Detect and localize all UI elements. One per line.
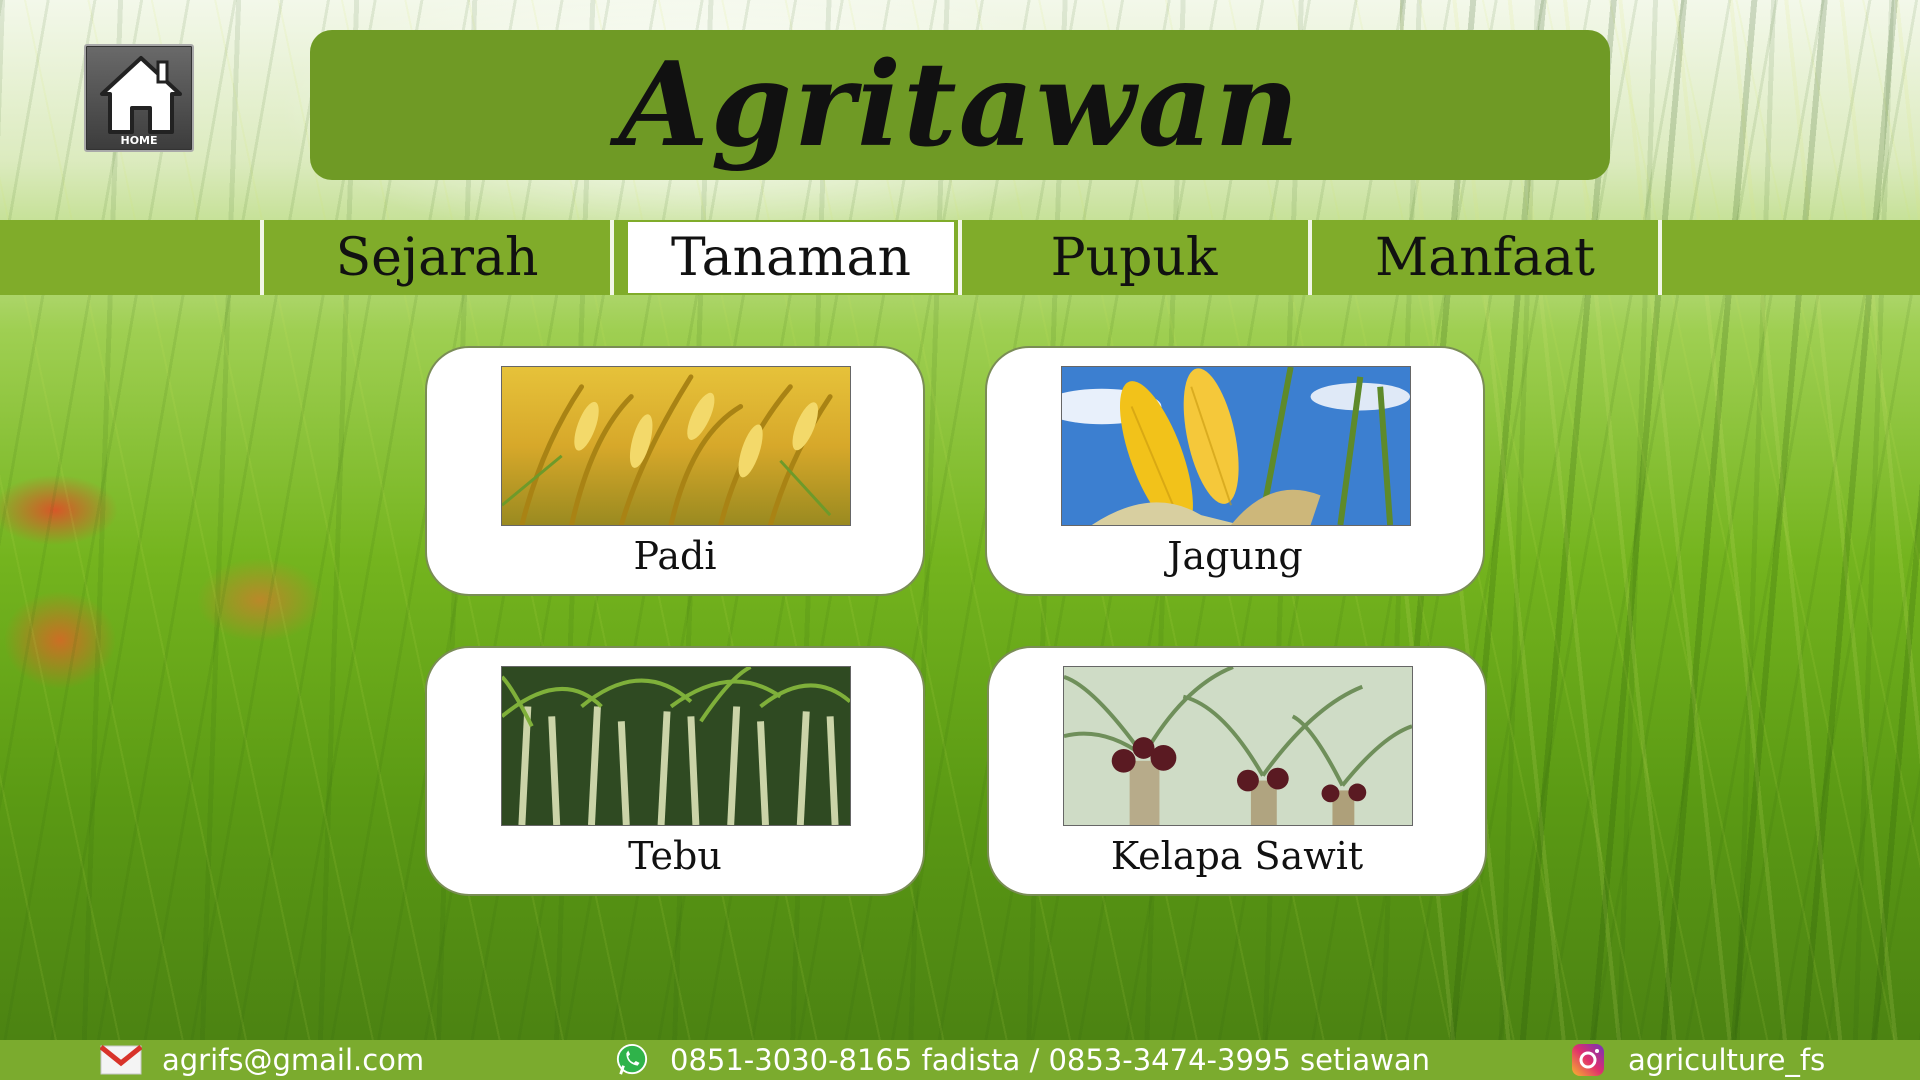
tab-manfaat[interactable]: Manfaat	[1312, 220, 1658, 295]
crop-label: Tebu	[628, 834, 722, 878]
app-title: Agritawan	[618, 37, 1302, 173]
jagung-image	[1061, 366, 1411, 526]
padi-image	[501, 366, 851, 526]
title-banner: Agritawan	[310, 30, 1610, 180]
crop-label: Padi	[633, 534, 717, 578]
crop-label: Jagung	[1167, 534, 1303, 578]
crop-card-padi[interactable]: Padi	[425, 346, 925, 596]
tebu-image	[501, 666, 851, 826]
phone-text: 0851-3030-8165 fadista / 0853-3474-3995 …	[670, 1043, 1431, 1077]
contact-footer: agrifs@gmail.com 0851-3030-8165 fadista …	[0, 1040, 1920, 1080]
phone-contact[interactable]: 0851-3030-8165 fadista / 0853-3474-3995 …	[614, 1040, 1430, 1080]
tab-sejarah[interactable]: Sejarah	[264, 220, 610, 295]
tab-tanaman[interactable]: Tanaman	[628, 222, 954, 293]
crop-card-jagung[interactable]: Jagung	[985, 346, 1485, 596]
instagram-text: agriculture_fs	[1628, 1043, 1826, 1077]
kelapa-sawit-image	[1063, 666, 1413, 826]
nav-separator	[1658, 220, 1662, 295]
mail-icon	[100, 1045, 142, 1075]
email-text: agrifs@gmail.com	[162, 1043, 425, 1077]
nav-separator	[610, 220, 614, 295]
crop-card-kelapa-sawit[interactable]: Kelapa Sawit	[987, 646, 1487, 896]
instagram-icon	[1572, 1044, 1604, 1076]
crop-label: Kelapa Sawit	[1110, 834, 1364, 878]
crop-card-tebu[interactable]: Tebu	[425, 646, 925, 896]
whatsapp-icon	[616, 1043, 648, 1075]
email-contact[interactable]: agrifs@gmail.com	[100, 1040, 424, 1080]
home-icon	[100, 56, 182, 134]
main-nav: Sejarah Tanaman Pupuk Manfaat	[0, 220, 1920, 295]
instagram-contact[interactable]: agriculture_fs	[1568, 1040, 1825, 1080]
home-button[interactable]: HOME	[84, 44, 194, 152]
tab-pupuk[interactable]: Pupuk	[962, 220, 1306, 295]
home-label: HOME	[120, 134, 158, 147]
